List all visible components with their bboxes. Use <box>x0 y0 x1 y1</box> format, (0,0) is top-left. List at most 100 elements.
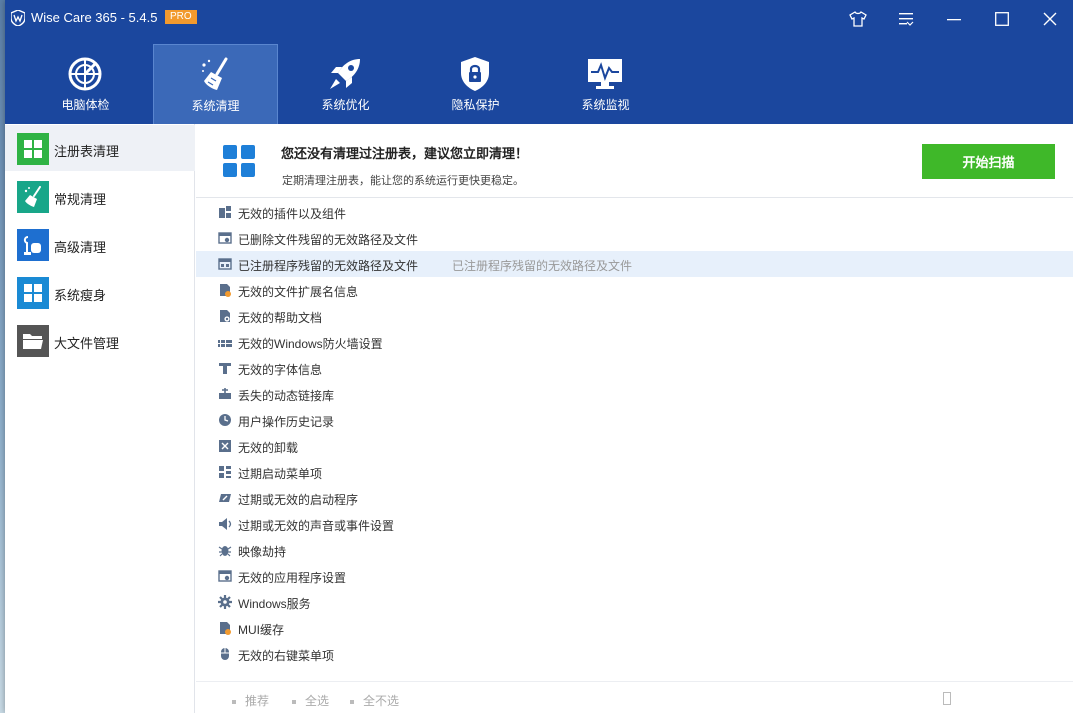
sidebar-item-advanced-clean[interactable]: 高级清理 <box>5 221 195 267</box>
help-doc-icon <box>220 310 230 322</box>
app-window: Wise Care 365 - 5.4.5 PRO 电脑体检 系统清理 系统优化… <box>5 0 1073 713</box>
dll-icon <box>219 388 231 399</box>
registry-item[interactable]: 已删除文件残留的无效路径及文件 <box>196 225 1073 251</box>
start-menu-icon <box>219 466 231 478</box>
select-all-link[interactable]: 全选 <box>292 692 329 709</box>
tab-system-clean[interactable]: 系统清理 <box>153 44 278 124</box>
registry-item-label: 过期或无效的启动程序 <box>238 493 359 507</box>
file-extension-icon <box>220 284 231 297</box>
tab-label: 系统清理 <box>191 99 240 113</box>
start-scan-button[interactable]: 开始扫描 <box>922 144 1055 179</box>
registry-item-label: 无效的插件以及组件 <box>238 207 347 221</box>
startup-icon <box>219 494 231 502</box>
broom-icon <box>202 57 228 90</box>
registry-item-label: 映像劫持 <box>238 545 287 559</box>
registry-item[interactable]: MUI缓存 <box>196 615 1073 641</box>
registry-icon <box>17 133 49 165</box>
deleted-file-icon <box>218 232 232 244</box>
sidebar-item-large-files[interactable]: 大文件管理 <box>5 317 195 363</box>
tab-privacy[interactable]: 隐私保护 <box>413 44 538 124</box>
tab-system-optimize[interactable]: 系统优化 <box>283 44 408 124</box>
gear-icon <box>218 595 232 609</box>
bullet-icon <box>292 699 296 704</box>
registry-item[interactable]: 无效的文件扩展名信息 <box>196 277 1073 303</box>
maximize-button[interactable] <box>987 6 1017 32</box>
sidebar-item-label: 高级清理 <box>54 240 107 255</box>
registry-item[interactable]: 无效的应用程序设置 <box>196 563 1073 589</box>
select-all-label: 全选 <box>305 694 330 708</box>
mouse-icon <box>221 648 229 660</box>
main-tabs: 电脑体检 系统清理 系统优化 隐私保护 系统监视 <box>5 36 1073 124</box>
registry-item-label: MUI缓存 <box>238 623 284 637</box>
tab-system-monitor[interactable]: 系统监视 <box>543 44 668 124</box>
sidebar-item-system-slim[interactable]: 系统瘦身 <box>5 269 195 315</box>
recommend-link[interactable]: 推荐 <box>232 692 269 709</box>
registry-item-label: 过期或无效的声音或事件设置 <box>238 519 395 533</box>
tab-checkup[interactable]: 电脑体检 <box>23 44 148 124</box>
tab-label: 隐私保护 <box>451 98 500 112</box>
font-icon <box>219 363 231 374</box>
registry-item[interactable]: 过期启动菜单项 <box>196 459 1073 485</box>
registry-item[interactable]: 无效的字体信息 <box>196 355 1073 381</box>
registry-item-label: 无效的右键菜单项 <box>238 649 335 663</box>
monitor-pulse-icon <box>588 59 622 89</box>
sound-icon <box>219 518 232 530</box>
close-button[interactable] <box>1035 6 1065 32</box>
sidebar-item-label: 系统瘦身 <box>54 288 107 303</box>
registry-item-label: 无效的卸载 <box>238 441 299 455</box>
sidebar-item-label: 注册表清理 <box>54 144 120 159</box>
sidebar: 注册表清理 常规清理 高级清理 系统瘦身 大文件管理 <box>5 124 195 713</box>
app-title: Wise Care 365 - 5.4.5 <box>31 10 158 25</box>
registry-item[interactable]: 无效的右键菜单项 <box>196 641 1073 667</box>
tab-label: 系统优化 <box>321 98 370 112</box>
registry-item[interactable]: Windows服务 <box>196 589 1073 615</box>
registry-icon <box>223 145 255 177</box>
pro-badge: PRO <box>165 10 197 24</box>
registry-item[interactable]: 无效的插件以及组件 <box>196 199 1073 225</box>
registry-item-label: Windows服务 <box>238 597 311 611</box>
maximize-icon <box>995 12 1009 26</box>
bullet-icon <box>232 699 236 704</box>
firewall-icon <box>218 340 232 347</box>
tab-label: 电脑体检 <box>61 98 110 112</box>
registry-item[interactable]: 无效的卸载 <box>196 433 1073 459</box>
registry-item[interactable]: 过期或无效的声音或事件设置 <box>196 511 1073 537</box>
registry-item[interactable]: 过期或无效的启动程序 <box>196 485 1073 511</box>
registry-item-label: 丢失的动态链接库 <box>238 389 335 403</box>
radar-icon <box>68 57 102 91</box>
registry-item-description: 已注册程序残留的无效路径及文件 <box>452 259 633 273</box>
registry-item[interactable]: 无效的帮助文档 <box>196 303 1073 329</box>
registry-item[interactable]: 映像劫持 <box>196 537 1073 563</box>
registry-header: 您还没有清理过注册表，建议您立即清理！ 定期清理注册表，能让您的系统运行更快更稳… <box>196 124 1073 198</box>
registry-item-label: 无效的帮助文档 <box>238 311 323 325</box>
sidebar-item-label: 大文件管理 <box>54 336 120 351</box>
tshirt-icon <box>849 11 867 27</box>
scroll-grip-icon <box>943 692 951 705</box>
menu-button[interactable] <box>891 6 921 32</box>
tab-label: 系统监视 <box>581 98 630 112</box>
sidebar-item-label: 常规清理 <box>54 192 107 207</box>
program-window-icon <box>218 258 232 270</box>
sidebar-item-common-clean[interactable]: 常规清理 <box>5 173 195 219</box>
select-none-link[interactable]: 全不选 <box>350 692 399 709</box>
skin-button[interactable] <box>843 6 873 32</box>
registry-item-label: 用户操作历史记录 <box>238 415 335 429</box>
select-none-label: 全不选 <box>363 694 400 708</box>
sidebar-item-registry-clean[interactable]: 注册表清理 <box>5 125 195 171</box>
close-icon <box>1043 12 1057 26</box>
bullet-icon <box>350 699 354 704</box>
registry-item[interactable]: 丢失的动态链接库 <box>196 381 1073 407</box>
rocket-icon <box>330 59 360 89</box>
registry-item[interactable]: 用户操作历史记录 <box>196 407 1073 433</box>
shield-lock-icon <box>461 57 489 91</box>
registry-item[interactable]: 已注册程序残留的无效路径及文件 已注册程序残留的无效路径及文件 <box>196 251 1073 277</box>
registry-item[interactable]: 无效的Windows防火墙设置 <box>196 329 1073 355</box>
title-bar: Wise Care 365 - 5.4.5 PRO <box>5 0 1073 36</box>
registry-item-label: 无效的文件扩展名信息 <box>238 285 359 299</box>
registry-item-label: 已注册程序残留的无效路径及文件 <box>238 259 419 273</box>
broom-icon <box>17 181 49 213</box>
minimize-button[interactable] <box>939 6 969 32</box>
app-logo-icon <box>11 10 25 26</box>
registry-item-label: 无效的字体信息 <box>238 363 323 377</box>
page-title: 您还没有清理过注册表，建议您立即清理！ <box>281 146 529 161</box>
